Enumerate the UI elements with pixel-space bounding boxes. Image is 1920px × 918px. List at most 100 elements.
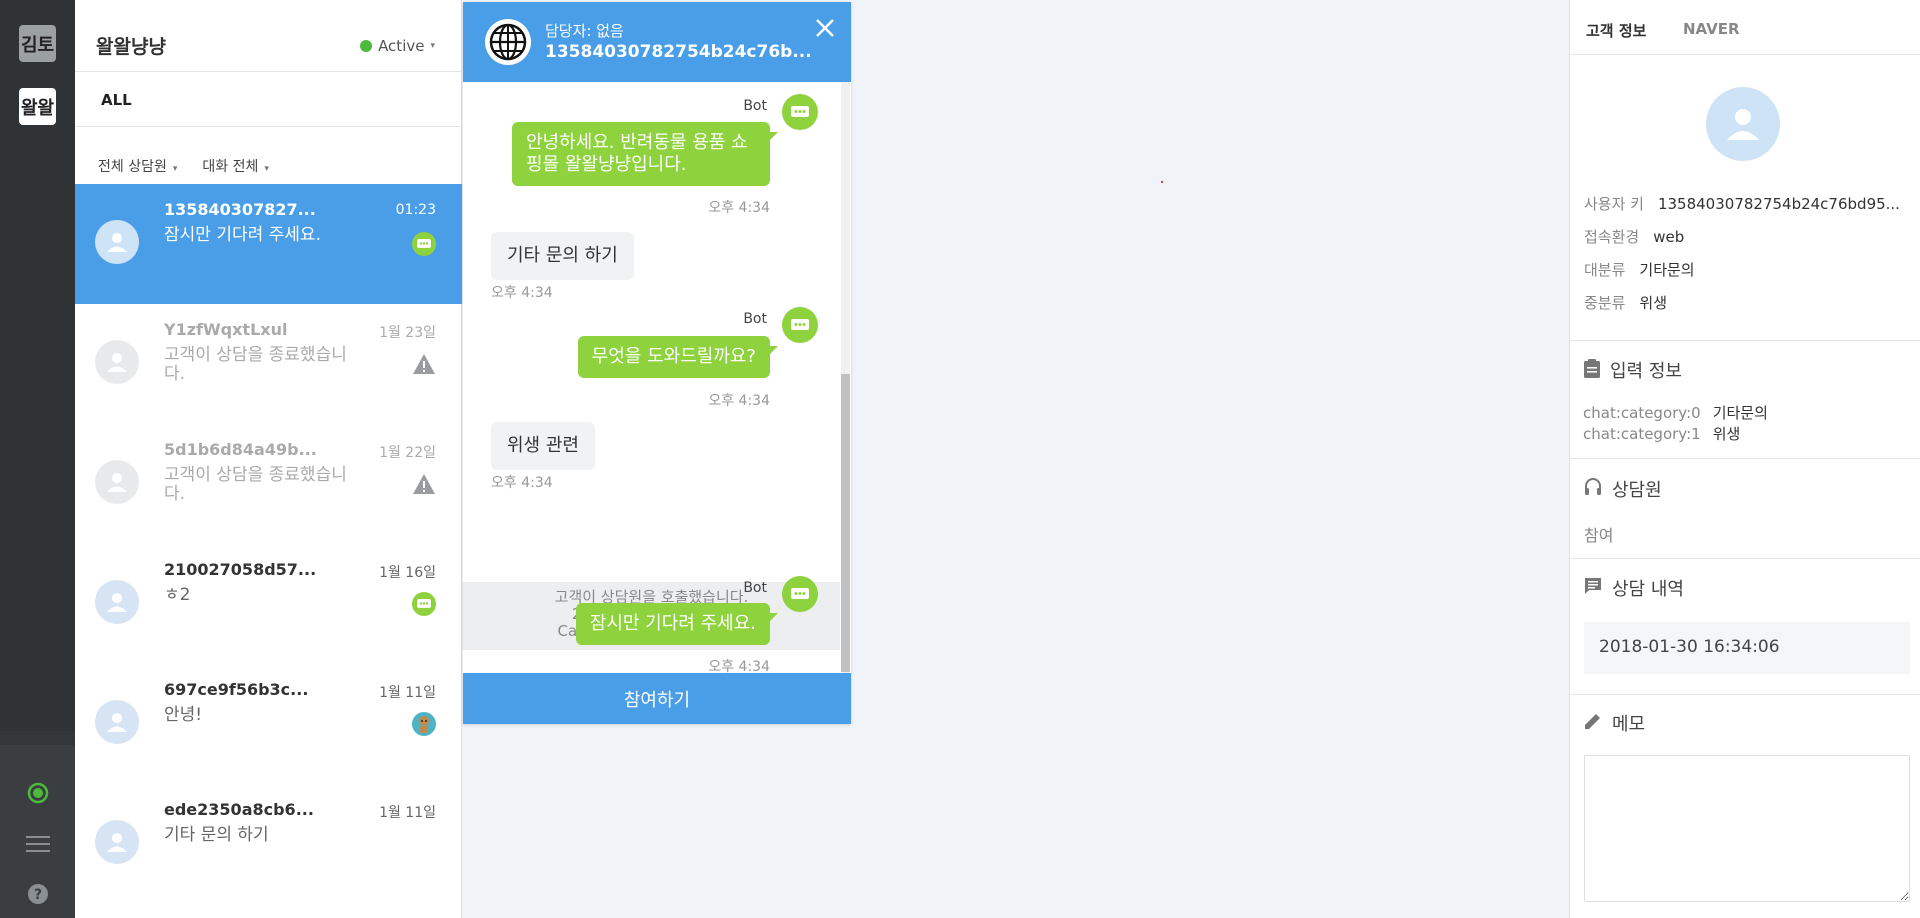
message-time: 오후 4:34 [491,285,553,301]
chat-customer-id: 13584030782754b24c76b... [545,42,812,62]
workspace-button-walwal[interactable]: 왈왈 [19,88,56,125]
conversation-list-panel: 왈왈냥냥 Active ▾ ALL 전체 상담원 ▾ 대화 전체 ▾ 1358403… [75,0,462,918]
headset-icon [1584,477,1602,501]
memo-textarea[interactable] [1584,755,1910,902]
avatar [95,220,139,264]
customer-info-panel: 고객 정보 NAVER 사용자 키 13584030782754b24c76bd9… [1569,0,1920,918]
tab-all[interactable]: ALL [101,91,132,109]
status-dot [360,40,373,52]
conversation-name: ede2350a8cb6... [164,800,314,819]
conversation-item[interactable]: 697ce9f56b3c... 1월 11일 안녕! [75,664,462,784]
bot-message: 안녕하세요. 반려동물 용품 쇼핑몰 왈왈냥냥입니다. [512,122,778,186]
input-info-row: chat:category:1 위생 [1583,424,1768,445]
customer-avatar [1706,87,1780,161]
input-value: 기타문의 [1712,404,1768,422]
conversation-item[interactable]: Y1zfWqxtLxul 1월 23일 고객이 상담을 종료했습니다. [75,304,462,424]
conversation-item[interactable]: 5d1b6d84a49b... 1월 22일 고객이 상담을 종료했습니다. [75,424,462,544]
conversation-preview: 고객이 상담을 종료했습니다. [164,465,347,504]
bot-icon [412,232,436,256]
category1-label: 대분류 [1584,261,1626,279]
chat-header: 담당자: 없음 13584030782754b24c76b... [463,2,851,82]
tab-customer-info[interactable]: 고객 정보 [1586,20,1646,41]
conversation-item[interactable]: 210027058d57... 1월 16일 ㅎ2 [75,544,462,664]
conversation-date: 1월 22일 [379,445,436,461]
avatar [95,700,139,744]
divider [75,126,462,127]
user-message: 위생 관련 [491,422,595,470]
bot-icon [782,576,818,612]
filter-chat-dropdown[interactable]: 대화 전체 ▾ [202,156,269,176]
avatar [95,340,139,384]
agent-avatar-icon [412,712,436,736]
chat-scrollbar[interactable] [841,82,850,673]
history-item[interactable]: 2018-01-30 16:34:06 [1584,622,1910,674]
pencil-icon [1584,712,1602,735]
conversation-name: 135840307827... [164,200,316,219]
history-title: 상담 내역 [1612,579,1684,600]
tab-naver[interactable]: NAVER [1683,20,1740,38]
bot-message: 무엇을 도와드릴까요? [577,336,779,378]
message-list: Bot 안녕하세요. 반려동물 용품 쇼핑몰 왈왈냥냥입니다. 오후 4:34 … [463,82,840,675]
brand-title: 왈왈냥냥 [96,36,166,58]
filter-bar: 전체 상담원 ▾ 대화 전체 ▾ [98,156,269,176]
agent-value: 참여 [1584,526,1614,545]
workspace-label: 김토 [20,34,55,56]
status-icon[interactable] [25,780,51,806]
conversation-name: 210027058d57... [164,560,317,579]
user-key-row: 사용자 키 13584030782754b24c76bd95... [1584,193,1900,214]
workspace-button-kimto[interactable]: 김토 [19,25,56,62]
conversation-name: 5d1b6d84a49b... [164,440,317,459]
filter-agent-dropdown[interactable]: 전체 상담원 ▾ [98,156,177,176]
chevron-down-icon: ▾ [264,164,269,174]
input-info-row: chat:category:0 기타문의 [1583,403,1768,424]
scrollbar-thumb[interactable] [841,374,850,672]
input-info-list: chat:category:0 기타문의 chat:category:1 위생 [1583,403,1768,445]
conversation-date: 1월 16일 [379,565,436,581]
bot-label: Bot [743,311,767,327]
env-label: 접속환경 [1584,228,1640,246]
close-icon[interactable] [813,16,837,40]
chat-bubble-icon [1584,577,1602,600]
join-button[interactable]: 참여하기 [463,673,851,724]
conversation-date: 01:23 [395,202,436,218]
env-row: 접속환경 web [1584,226,1684,247]
cursor-dot [1161,181,1163,183]
bot-icon [782,307,818,343]
input-info-title: 입력 정보 [1610,361,1682,382]
category1-value: 기타문의 [1639,261,1695,279]
conversation-date: 1월 11일 [379,685,436,701]
chat-assignee: 담당자: 없음 [545,22,624,40]
workspace-rail: 김토 왈왈 ? [0,0,75,918]
avatar [95,460,139,504]
category2-label: 중분류 [1584,294,1626,312]
conversation-preview: 기타 문의 하기 [164,825,269,845]
conversation-preview: ㅎ2 [164,585,191,605]
message-time: 오후 4:34 [491,475,553,491]
conversation-item[interactable]: ede2350a8cb6... 1월 11일 기타 문의 하기 [75,784,462,904]
memo-title: 메모 [1612,714,1646,735]
conversation-preview: 안녕! [164,705,203,725]
conversation-preview: 잠시만 기다려 주세요. [164,225,321,245]
svg-text:?: ? [34,887,42,903]
input-key: chat:category:0 [1583,404,1701,422]
menu-icon[interactable] [25,831,51,857]
conversation-date: 1월 23일 [379,325,436,341]
input-info-section-title: 입력 정보 [1584,357,1682,383]
avatar [95,820,139,864]
divider [1570,558,1920,559]
chevron-down-icon: ▾ [430,41,435,51]
clipboard-icon [1584,358,1600,383]
conversation-preview: 고객이 상담을 종료했습니다. [164,345,347,384]
chevron-down-icon: ▾ [172,164,178,174]
conversation-item[interactable]: 135840307827... 01:23 잠시만 기다려 주세요. [75,184,462,304]
chat-window: 담당자: 없음 13584030782754b24c76b... Bot 안녕하… [463,2,851,724]
help-icon[interactable]: ? [25,881,51,907]
conversation-date: 1월 11일 [379,805,436,821]
status-label: Active [378,37,425,55]
warning-icon [412,472,436,496]
input-key: chat:category:1 [1583,425,1701,443]
status-dropdown[interactable]: Active ▾ [360,37,435,55]
globe-icon [485,19,531,65]
conversation-name: Y1zfWqxtLxul [164,320,288,339]
agent-title: 상담원 [1612,480,1662,501]
